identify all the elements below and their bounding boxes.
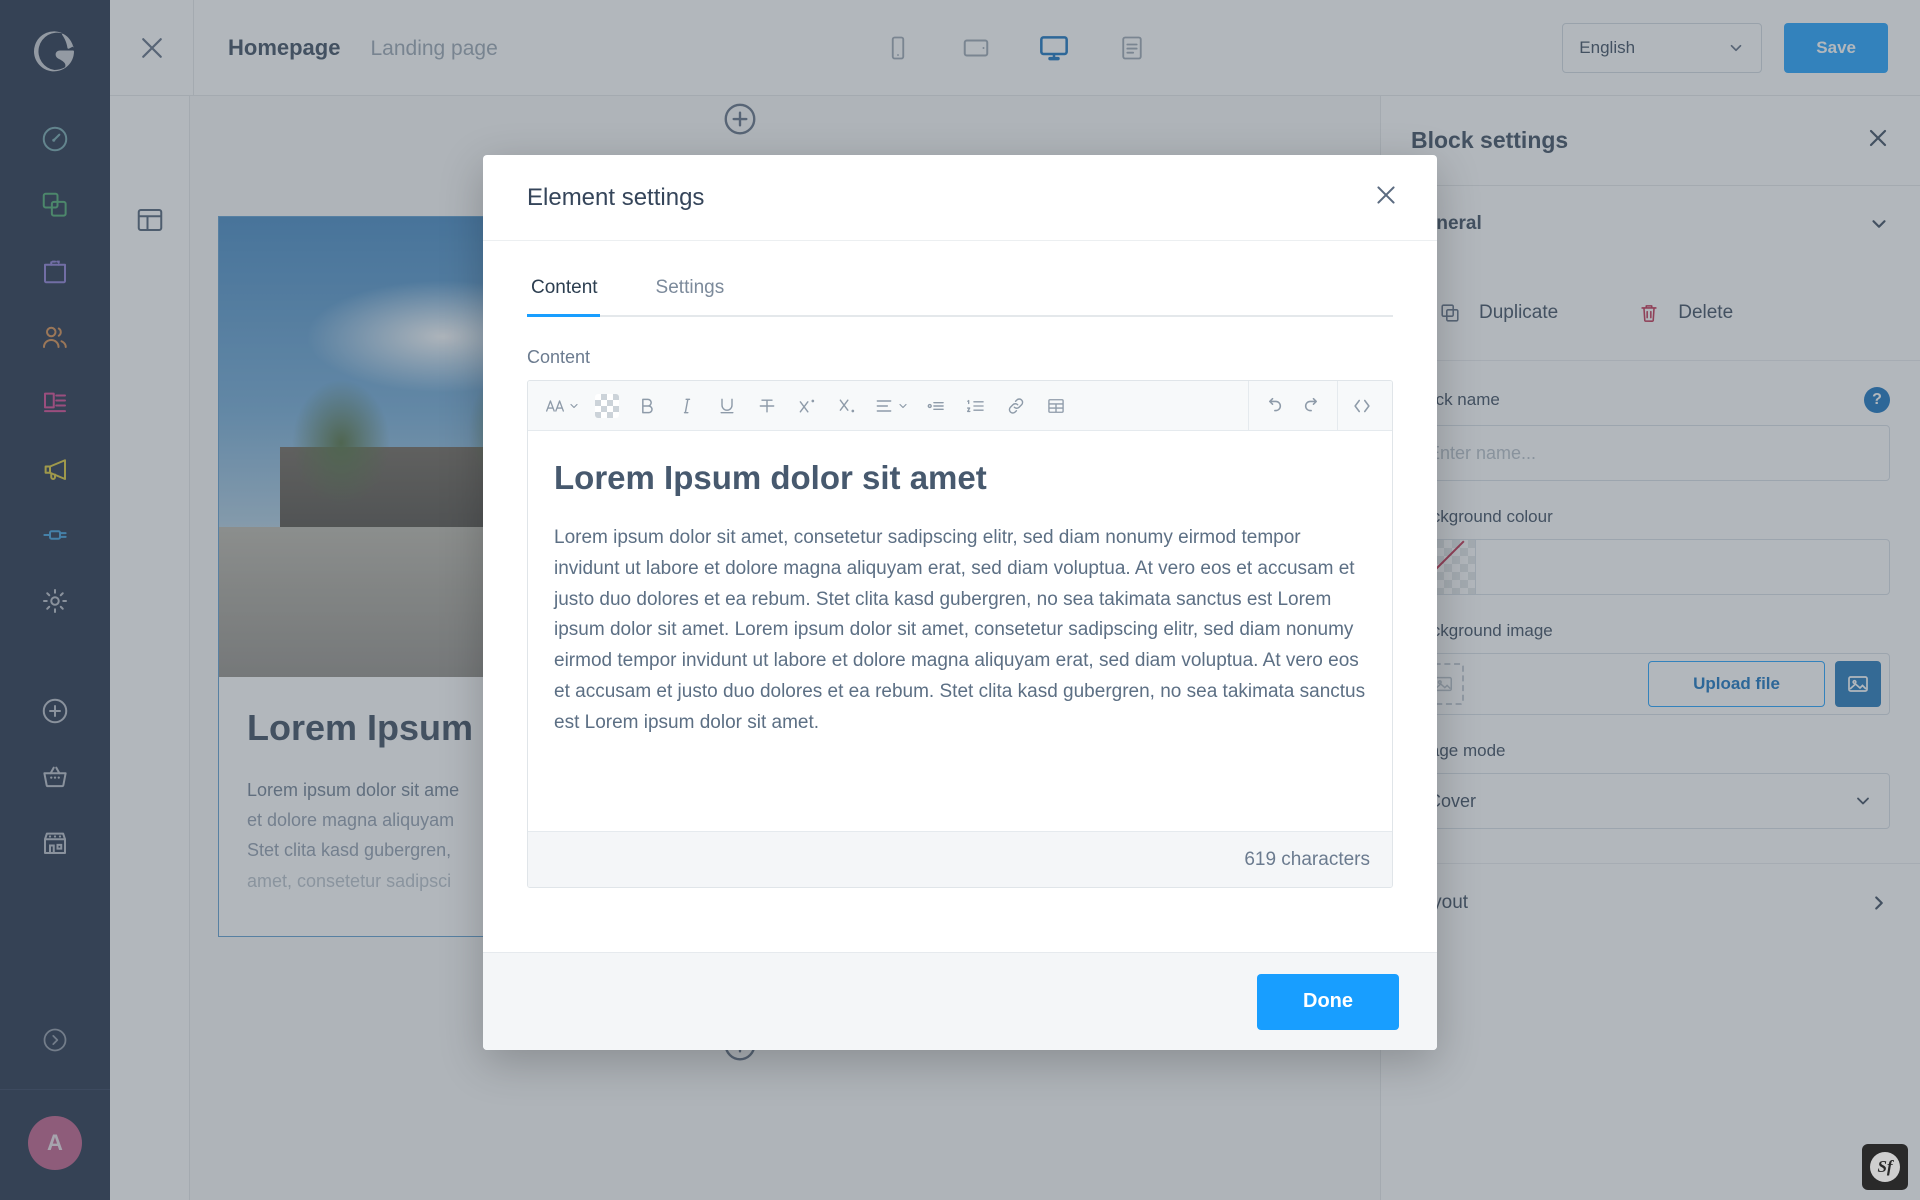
close-icon <box>1377 186 1395 204</box>
tab-content[interactable]: Content <box>527 261 624 317</box>
symfony-logo-icon: Sf <box>1870 1152 1900 1182</box>
underline-icon[interactable] <box>707 381 747 431</box>
modal-footer: Done <box>483 952 1437 1050</box>
editor-heading: Lorem Ipsum dolor sit amet <box>554 459 987 496</box>
superscript-icon[interactable] <box>787 381 827 431</box>
modal-header: Element settings <box>483 155 1437 241</box>
rich-text-editor: Lorem Ipsum dolor sit amet Lorem ipsum d… <box>527 380 1393 888</box>
modal-tabs: Content Settings <box>527 261 1393 317</box>
align-icon[interactable] <box>867 381 916 431</box>
subscript-icon[interactable] <box>827 381 867 431</box>
editor-document[interactable]: Lorem Ipsum dolor sit amet Lorem ipsum d… <box>528 431 1392 831</box>
editor-paragraph: Lorem ipsum dolor sit amet, consetetur s… <box>554 527 1366 733</box>
bold-icon[interactable] <box>627 381 667 431</box>
colour-picker-icon[interactable] <box>587 381 627 431</box>
ordered-list-icon[interactable] <box>956 381 996 431</box>
done-button[interactable]: Done <box>1257 973 1399 1030</box>
modal-close-button[interactable] <box>1373 182 1399 213</box>
code-icon[interactable] <box>1342 381 1382 431</box>
character-count: 619 characters <box>1244 848 1370 870</box>
symfony-toolbar[interactable]: Sf <box>1862 1144 1908 1190</box>
italic-icon[interactable] <box>667 381 707 431</box>
redo-icon[interactable] <box>1293 381 1333 431</box>
modal-title: Element settings <box>527 183 705 211</box>
app-root: A Homepage Landing page English Save Lor… <box>0 0 1920 1200</box>
strikethrough-icon[interactable] <box>747 381 787 431</box>
content-field-label: Content <box>527 347 591 367</box>
tab-settings[interactable]: Settings <box>652 261 751 315</box>
font-size-icon[interactable] <box>538 381 587 431</box>
undo-icon[interactable] <box>1253 381 1293 431</box>
link-icon[interactable] <box>996 381 1036 431</box>
editor-toolbar <box>528 381 1392 431</box>
table-icon[interactable] <box>1036 381 1076 431</box>
editor-footer: 619 characters <box>528 831 1392 887</box>
bullet-list-icon[interactable] <box>916 381 956 431</box>
element-settings-modal: Element settings Content Settings Conten… <box>483 155 1437 1050</box>
chevron-down-icon <box>570 403 578 408</box>
chevron-down-icon <box>899 403 907 408</box>
modal-body: Content Settings Content Lorem Ipsum dol… <box>483 241 1437 952</box>
